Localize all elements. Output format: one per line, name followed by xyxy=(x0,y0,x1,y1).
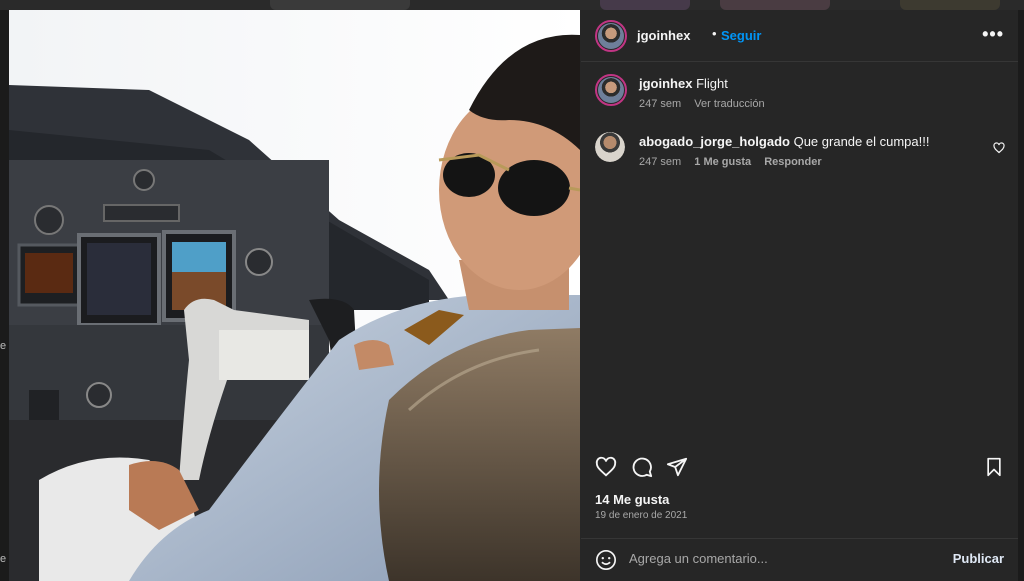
emoji-icon[interactable] xyxy=(595,549,617,571)
comment-input[interactable]: Agrega un comentario... xyxy=(629,551,929,569)
caption-body: Flight xyxy=(696,76,728,91)
separator-dot: • xyxy=(712,26,717,41)
background-text-fragment: e xyxy=(0,553,7,565)
comment-time[interactable]: 247 sem xyxy=(639,156,681,168)
heart-icon[interactable] xyxy=(595,456,617,478)
comment-composer: Agrega un comentario... Publicar xyxy=(581,538,1018,581)
comment-item: abogado_jorge_holgado Que grande el cump… xyxy=(595,132,1005,172)
caption-time[interactable]: 247 sem xyxy=(639,98,681,110)
comment-heart-icon[interactable] xyxy=(993,142,1005,154)
translate-link[interactable]: Ver traducción xyxy=(694,98,764,110)
caption-username[interactable]: jgoinhex xyxy=(639,76,692,91)
bookmark-icon[interactable] xyxy=(984,456,1004,478)
background-text-fragment: e xyxy=(0,340,7,352)
follow-button[interactable]: Seguir xyxy=(721,28,761,43)
comment-body: Que grande el cumpa!!! xyxy=(793,134,930,149)
caption-meta: 247 sem Ver traducción xyxy=(639,98,775,110)
more-options-icon[interactable]: ••• xyxy=(982,24,1004,45)
comment-icon[interactable] xyxy=(631,456,653,478)
commenter-username[interactable]: abogado_jorge_holgado xyxy=(639,134,790,149)
reply-button[interactable]: Responder xyxy=(764,156,821,168)
post-detail-panel: jgoinhex • Seguir ••• jgoinhex Flight 24… xyxy=(580,10,1018,581)
author-avatar[interactable] xyxy=(595,20,627,52)
background-page-strip xyxy=(0,0,1024,10)
post-caption: jgoinhex Flight 247 sem Ver traducción xyxy=(595,74,1005,114)
post-photo[interactable] xyxy=(9,10,580,581)
comment-meta: 247 sem 1 Me gusta Responder xyxy=(639,156,832,168)
commenter-avatar[interactable] xyxy=(595,132,625,162)
post-date[interactable]: 19 de enero de 2021 xyxy=(595,510,687,521)
comment-likes-count[interactable]: 1 Me gusta xyxy=(694,156,751,168)
send-icon[interactable] xyxy=(666,456,688,478)
publish-button[interactable]: Publicar xyxy=(953,551,1004,566)
likes-count[interactable]: 14 Me gusta xyxy=(595,492,669,507)
comment-text: abogado_jorge_holgado Que grande el cump… xyxy=(639,134,929,150)
caption-text: jgoinhex Flight xyxy=(639,76,728,92)
post-photo-illustration xyxy=(9,10,580,581)
author-username[interactable]: jgoinhex xyxy=(637,28,690,43)
post-action-bar xyxy=(581,454,1018,482)
post-header: jgoinhex • Seguir ••• xyxy=(581,10,1018,62)
caption-avatar[interactable] xyxy=(595,74,627,106)
